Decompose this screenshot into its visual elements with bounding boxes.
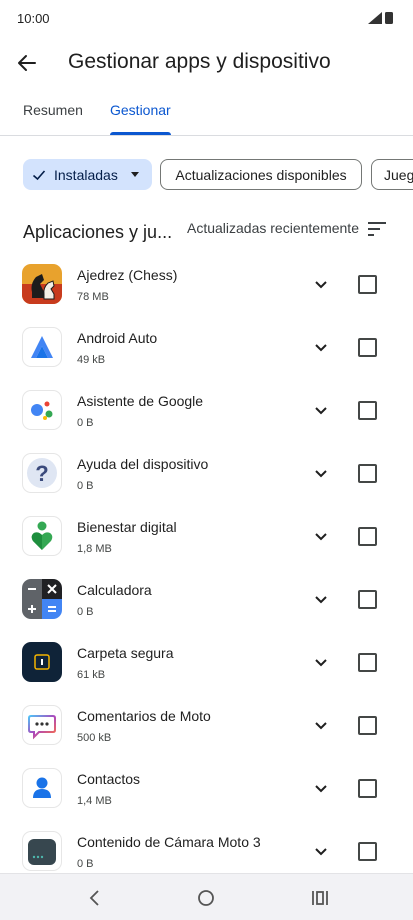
- app-size: 0 B: [77, 417, 94, 429]
- chevron-down-icon[interactable]: [311, 274, 331, 294]
- secure-folder-icon: [22, 642, 62, 682]
- tab-bar: Resumen Gestionar: [0, 96, 413, 136]
- status-time: 10:00: [17, 11, 50, 26]
- chevron-down-icon[interactable]: [311, 463, 331, 483]
- chevron-down-icon[interactable]: [311, 652, 331, 672]
- app-name: Comentarios de Moto: [77, 708, 211, 724]
- battery-icon: [385, 12, 393, 24]
- app-size: 0 B: [77, 858, 94, 870]
- filter-chip-label: Juegos: [384, 166, 413, 183]
- app-row[interactable]: Ajedrez (Chess) 78 MB: [0, 253, 413, 315]
- svg-text:?: ?: [35, 461, 48, 486]
- contacts-icon: [22, 768, 62, 808]
- app-name: Android Auto: [77, 330, 158, 346]
- app-size: 0 B: [77, 606, 94, 618]
- app-row[interactable]: ? Ayuda del dispositivo 0 B: [0, 442, 413, 504]
- status-bar: 10:00: [0, 0, 413, 36]
- app-size: 0 B: [77, 480, 94, 492]
- digital-wellbeing-icon: [22, 516, 62, 556]
- app-name: Calculadora: [77, 582, 152, 598]
- select-checkbox[interactable]: [358, 716, 377, 735]
- app-row[interactable]: Calculadora 0 B: [0, 568, 413, 630]
- app-bar: Gestionar apps y dispositivo: [0, 40, 413, 88]
- tab-indicator: [110, 132, 171, 135]
- nav-back-button[interactable]: [82, 886, 106, 910]
- app-size: 78 MB: [77, 291, 109, 303]
- chevron-down-icon[interactable]: [311, 841, 331, 861]
- chevron-down-icon[interactable]: [311, 526, 331, 546]
- app-row[interactable]: Comentarios de Moto 500 kB: [0, 694, 413, 756]
- chevron-down-icon[interactable]: [311, 337, 331, 357]
- google-assistant-icon: [22, 390, 62, 430]
- nav-back-icon: [89, 890, 99, 906]
- tab-manage[interactable]: Gestionar: [110, 102, 171, 118]
- filter-chip-label: Actualizaciones disponibles: [175, 166, 347, 183]
- filter-chip-updates[interactable]: Actualizaciones disponibles: [160, 159, 362, 190]
- select-checkbox[interactable]: [358, 590, 377, 609]
- select-checkbox[interactable]: [358, 842, 377, 861]
- chat-bubble-icon: [22, 705, 62, 745]
- select-checkbox[interactable]: [358, 464, 377, 483]
- chevron-down-icon[interactable]: [311, 715, 331, 735]
- nav-recents-icon: [312, 891, 328, 905]
- app-size: 1,4 MB: [77, 795, 112, 807]
- app-name: Ayuda del dispositivo: [77, 456, 209, 472]
- chevron-down-icon[interactable]: [311, 400, 331, 420]
- android-auto-icon: [22, 327, 62, 367]
- system-nav-bar: [0, 873, 413, 920]
- check-icon: [32, 169, 46, 180]
- select-checkbox[interactable]: [358, 275, 377, 294]
- question-mark-icon: ?: [22, 453, 62, 493]
- page-title: Gestionar apps y dispositivo: [68, 50, 331, 73]
- select-checkbox[interactable]: [358, 779, 377, 798]
- filter-chips: Instaladas Actualizaciones disponibles J…: [23, 159, 413, 190]
- app-size: 1,8 MB: [77, 543, 112, 555]
- select-checkbox[interactable]: [358, 527, 377, 546]
- app-name: Contenido de Cámara Moto 3: [77, 834, 261, 850]
- status-icons: [368, 12, 393, 24]
- app-row[interactable]: Android Auto 49 kB: [0, 316, 413, 378]
- app-row[interactable]: Bienestar digital 1,8 MB: [0, 505, 413, 567]
- app-row[interactable]: Contactos 1,4 MB: [0, 757, 413, 819]
- chess-icon: [22, 264, 62, 304]
- select-checkbox[interactable]: [358, 338, 377, 357]
- app-row[interactable]: Asistente de Google 0 B: [0, 379, 413, 441]
- app-size: 500 kB: [77, 732, 112, 744]
- app-size: 49 kB: [77, 354, 106, 366]
- calculator-icon: [22, 579, 62, 619]
- select-checkbox[interactable]: [358, 653, 377, 672]
- nav-recents-button[interactable]: [308, 886, 332, 910]
- tab-summary[interactable]: Resumen: [23, 102, 83, 118]
- list-title: Aplicaciones y ju...: [23, 222, 173, 242]
- app-name: Carpeta segura: [77, 645, 174, 661]
- sort-icon[interactable]: [367, 221, 387, 237]
- nav-home-button[interactable]: [194, 886, 218, 910]
- app-name: Ajedrez (Chess): [77, 267, 178, 283]
- nav-home-icon: [198, 890, 214, 906]
- signal-icon: [368, 12, 382, 24]
- filter-chip-label: Instaladas: [54, 166, 118, 183]
- app-size: 61 kB: [77, 669, 106, 681]
- sort-label[interactable]: Actualizadas recientemente: [187, 220, 359, 236]
- camera-content-icon: [22, 831, 62, 871]
- app-name: Contactos: [77, 771, 141, 787]
- chevron-down-icon[interactable]: [311, 778, 331, 798]
- app-row[interactable]: Carpeta segura 61 kB: [0, 631, 413, 693]
- filter-chip-installed[interactable]: Instaladas: [23, 159, 152, 190]
- list-header: Aplicaciones y ju... Actualizadas recien…: [0, 218, 413, 246]
- app-name: Bienestar digital: [77, 519, 177, 535]
- select-checkbox[interactable]: [358, 401, 377, 420]
- arrow-back-icon: [18, 55, 36, 71]
- app-name: Asistente de Google: [77, 393, 204, 409]
- back-button[interactable]: [12, 48, 42, 78]
- chevron-down-icon[interactable]: [311, 589, 331, 609]
- filter-chip-games[interactable]: Juegos: [371, 159, 413, 190]
- dropdown-caret-icon: [130, 172, 139, 177]
